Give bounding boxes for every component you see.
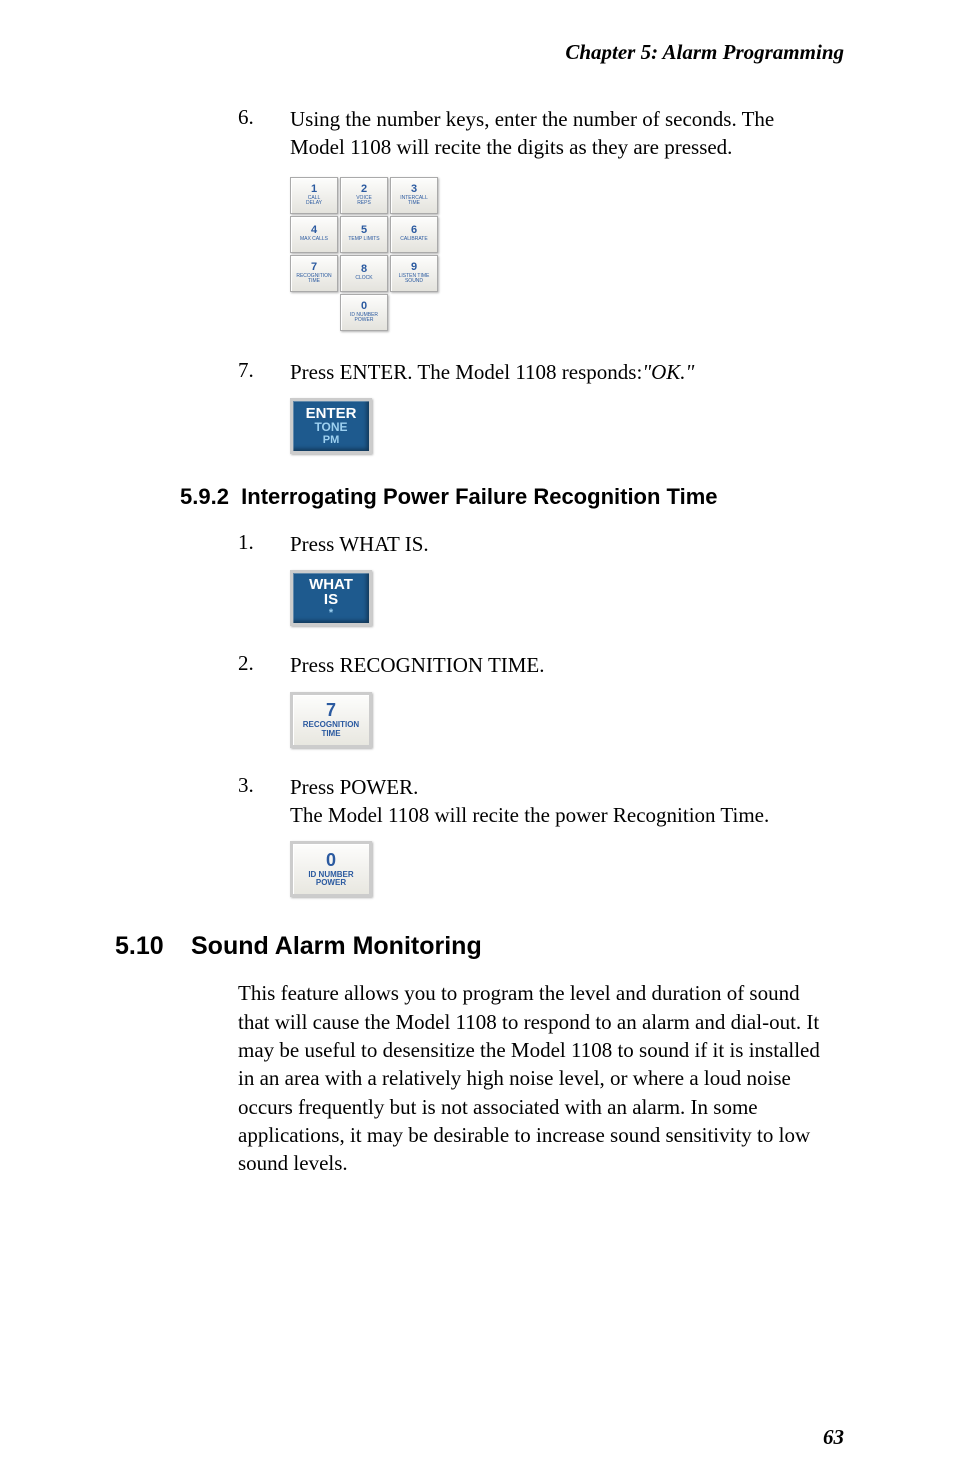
key-8: 8CLOCK	[340, 255, 388, 292]
key-0: 0ID NUMBERPOWER	[340, 294, 388, 331]
step-number: 6.	[238, 105, 290, 162]
key-2: 2VOICEREPS	[340, 177, 388, 214]
substep-2: 2. Press RECOGNITION TIME.	[180, 651, 834, 679]
step-text: Press WHAT IS.	[290, 530, 834, 558]
step-number: 2.	[238, 651, 290, 679]
step-text: Press ENTER. The Model 1108 responds:"OK…	[290, 358, 834, 386]
enter-key: ENTER TONE PM	[290, 398, 372, 454]
whatis-key-illustration: WHAT IS *	[290, 570, 834, 626]
section-body: This feature allows you to program the l…	[238, 979, 834, 1177]
step-number: 1.	[238, 530, 290, 558]
page-number: 63	[823, 1425, 844, 1450]
enter-key-illustration: ENTER TONE PM	[290, 398, 834, 454]
substep-1: 1. Press WHAT IS.	[180, 530, 834, 558]
power-key: 0 ID NUMBER POWER	[290, 841, 372, 897]
section-heading: 5.10Sound Alarm Monitoring	[115, 932, 834, 961]
step-text: Press RECOGNITION TIME.	[290, 651, 834, 679]
substep-3: 3. Press POWER. The Model 1108 will reci…	[180, 773, 834, 830]
subsection-heading: 5.9.2 Interrogating Power Failure Recogn…	[180, 484, 834, 510]
key-4: 4MAX CALLS	[290, 216, 338, 253]
chapter-header: Chapter 5: Alarm Programming	[180, 40, 844, 65]
recognition-time-key: 7 RECOGNITION TIME	[290, 692, 372, 748]
key-3: 3INTERCALLTIME	[390, 177, 438, 214]
step-number: 7.	[238, 358, 290, 386]
key7-illustration: 7 RECOGNITION TIME	[290, 692, 834, 748]
step-text: Press POWER. The Model 1108 will recite …	[290, 773, 834, 830]
key-9: 9LISTEN TIMESOUND	[390, 255, 438, 292]
step-7: 7. Press ENTER. The Model 1108 responds:…	[180, 358, 834, 386]
key-5: 5TEMP LIMITS	[340, 216, 388, 253]
whatis-key: WHAT IS *	[290, 570, 372, 626]
key0-illustration: 0 ID NUMBER POWER	[290, 841, 834, 897]
step-6: 6. Using the number keys, enter the numb…	[180, 105, 834, 162]
step-text: Using the number keys, enter the number …	[290, 105, 834, 162]
key-6: 6CALIBRATE	[390, 216, 438, 253]
key-7: 7RECOGNITIONTIME	[290, 255, 338, 292]
key-1: 1CALLDELAY	[290, 177, 338, 214]
step-number: 3.	[238, 773, 290, 830]
keypad-illustration: 1CALLDELAY 2VOICEREPS 3INTERCALLTIME 4MA…	[290, 177, 834, 333]
